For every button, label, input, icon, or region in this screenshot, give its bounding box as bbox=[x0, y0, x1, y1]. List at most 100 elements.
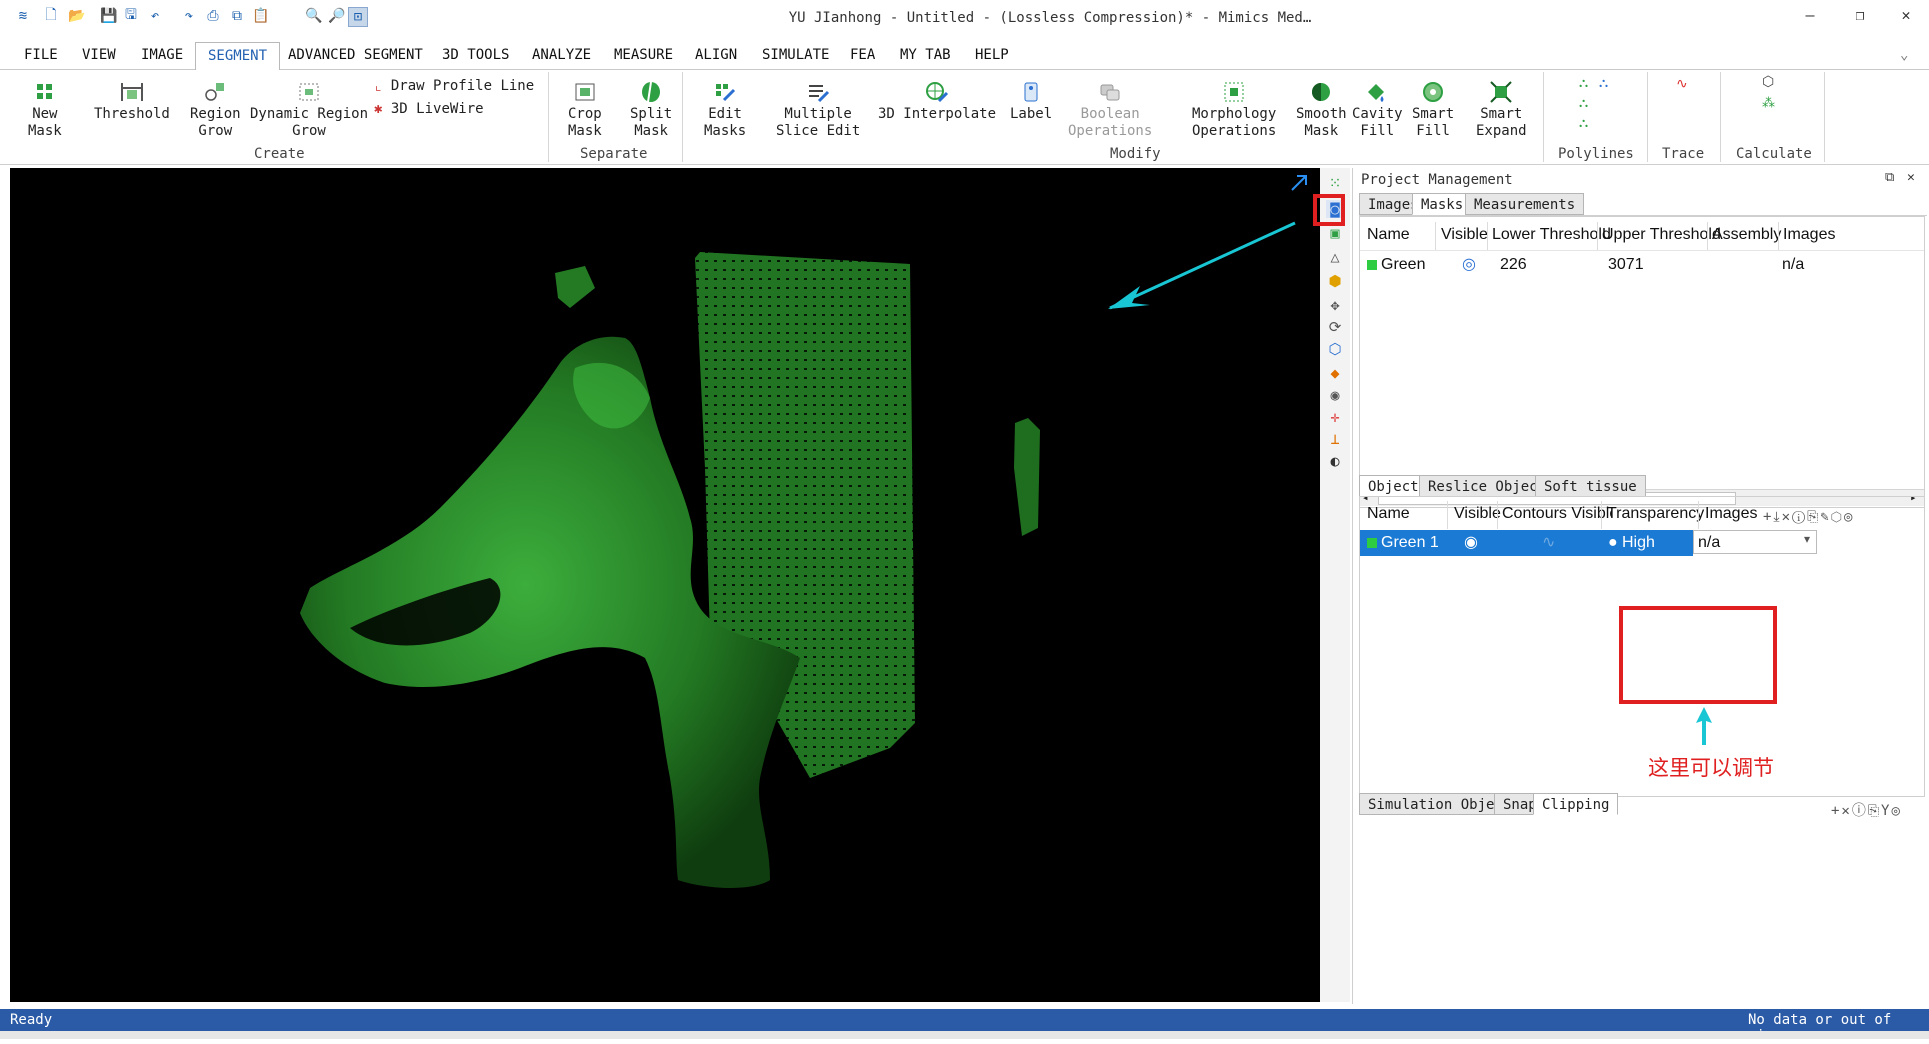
3d-interpolate-button[interactable]: 3D Interpolate bbox=[878, 80, 996, 123]
mask-name: Green bbox=[1381, 256, 1426, 273]
restore-button[interactable]: ❐ bbox=[1840, 6, 1880, 28]
menu-file[interactable]: FILE bbox=[24, 47, 58, 63]
3d-livewire-button[interactable]: ✱ 3D LiveWire bbox=[374, 101, 484, 118]
col-images[interactable]: Images bbox=[1783, 226, 1835, 244]
annotation-note: 这里可以调节 bbox=[1648, 756, 1774, 780]
tab-soft-tissue[interactable]: Soft tissue bbox=[1535, 475, 1646, 497]
multiple-slice-edit-button[interactable]: Multiple Slice Edit bbox=[776, 80, 860, 140]
menu-analyze[interactable]: ANALYZE bbox=[532, 47, 591, 63]
cube-view-icon[interactable]: ⬡ bbox=[1326, 340, 1344, 358]
undo-icon[interactable]: ↶ bbox=[146, 7, 164, 25]
mask-row[interactable]: Green ◎ 226 3071 n/a bbox=[1360, 252, 1924, 278]
cavity-fill-button[interactable]: Cavity Fill bbox=[1352, 80, 1403, 140]
threshold-button[interactable]: Threshold bbox=[94, 80, 170, 123]
object-images-select[interactable]: n/a ▾ bbox=[1693, 530, 1817, 554]
menu-my-tab[interactable]: MY TAB bbox=[900, 47, 951, 63]
float-panel-icon[interactable]: ⧉ bbox=[1885, 170, 1894, 185]
region-grow-button[interactable]: Region Grow bbox=[190, 80, 241, 140]
contours-visible-icon[interactable]: ∿ bbox=[1542, 532, 1555, 552]
coordinate-system-icon[interactable]: ⊥ bbox=[1326, 430, 1344, 448]
new-file-icon[interactable]: 🗋 bbox=[42, 7, 60, 25]
menu-view[interactable]: VIEW bbox=[82, 47, 116, 63]
col-assembly[interactable]: Assembly bbox=[1712, 226, 1781, 244]
obj-col-images[interactable]: Images bbox=[1705, 505, 1757, 523]
morphology-operations-button[interactable]: Morphology Operations bbox=[1192, 80, 1276, 140]
wireframe-icon[interactable]: △ bbox=[1326, 248, 1344, 266]
col-upper-threshold[interactable]: Upper Threshold bbox=[1602, 226, 1721, 244]
object-row[interactable]: Green 1 ◉ ∿ ● High bbox=[1360, 530, 1693, 556]
smooth-mask-label-2: Mask bbox=[1304, 123, 1339, 139]
smooth-mask-button[interactable]: Smooth Mask bbox=[1296, 80, 1347, 140]
menu-align[interactable]: ALIGN bbox=[695, 47, 737, 63]
boolean-operations-label-1: Boolean bbox=[1080, 106, 1140, 122]
rotate-icon[interactable]: ⟳ bbox=[1326, 318, 1344, 336]
region-grow-label-2: Grow bbox=[198, 123, 233, 139]
open-folder-icon[interactable]: 📂 bbox=[68, 7, 86, 25]
zoom-out-icon[interactable]: 🔎 bbox=[328, 7, 346, 25]
crop-mask-button[interactable]: Crop Mask bbox=[568, 80, 602, 140]
save-all-icon[interactable]: 🖫 bbox=[122, 7, 140, 25]
save-icon[interactable]: 💾 bbox=[100, 7, 118, 25]
object-visible-eye-icon[interactable]: ◉ bbox=[1464, 532, 1478, 552]
label-button[interactable]: Label bbox=[1010, 80, 1052, 123]
paste-icon[interactable]: 📋 bbox=[252, 7, 270, 25]
tab-measurements[interactable]: Measurements bbox=[1465, 193, 1585, 215]
draw-profile-line-button[interactable]: ⌞ Draw Profile Line bbox=[374, 78, 534, 95]
tab-masks[interactable]: Masks bbox=[1412, 193, 1473, 215]
chevron-down-icon[interactable]: ▾ bbox=[1804, 532, 1810, 546]
split-mask-button[interactable]: Split Mask bbox=[630, 80, 672, 140]
minimize-button[interactable]: – bbox=[1790, 6, 1830, 28]
dynamic-region-grow-button[interactable]: Dynamic Region Grow bbox=[250, 80, 368, 140]
color-layers-icon[interactable]: ◆ bbox=[1326, 364, 1344, 382]
col-name[interactable]: Name bbox=[1367, 226, 1410, 244]
menu-fea[interactable]: FEA bbox=[850, 47, 875, 63]
obj-col-visible[interactable]: Visible bbox=[1454, 505, 1501, 523]
menu-image[interactable]: IMAGE bbox=[141, 47, 183, 63]
contrast-icon[interactable]: ◐ bbox=[1326, 452, 1344, 470]
hexagon-icon[interactable]: ⬢ bbox=[1326, 272, 1344, 290]
visible-eye-icon[interactable]: ◎ bbox=[1462, 254, 1476, 274]
visibility-eye-icon[interactable]: ◉ bbox=[1326, 386, 1344, 404]
obj-col-name[interactable]: Name bbox=[1367, 505, 1410, 523]
boolean-operations-button[interactable]: Boolean Operations bbox=[1068, 80, 1152, 140]
menu-advanced-segment[interactable]: ADVANCED SEGMENT bbox=[288, 47, 423, 63]
menu-measure[interactable]: MEASURE bbox=[614, 47, 673, 63]
green-bone-rendering bbox=[300, 175, 1307, 888]
collapse-ribbon-icon[interactable]: ⌄ bbox=[1900, 47, 1908, 63]
close-panel-icon[interactable]: ✕ bbox=[1907, 170, 1915, 185]
close-button[interactable]: ✕ bbox=[1886, 6, 1926, 28]
pan-icon[interactable]: ✥ bbox=[1326, 296, 1344, 314]
region-grow-icon bbox=[205, 83, 225, 101]
calculate-part-icon[interactable]: ⁂ bbox=[1762, 96, 1775, 111]
objects-action-icons[interactable]: +✕ⓘ⎘Y◎ bbox=[1831, 800, 1902, 820]
mask-3d-icon[interactable]: ▣ bbox=[1326, 224, 1344, 242]
trace-icon[interactable]: ∿ bbox=[1676, 76, 1688, 92]
grid-icon[interactable]: ⁙ bbox=[1326, 174, 1344, 192]
smooth-mask-icon bbox=[1312, 83, 1331, 101]
3d-viewport[interactable] bbox=[10, 168, 1320, 1002]
zoom-fit-icon[interactable]: ⊡ bbox=[348, 7, 368, 27]
col-lower-threshold[interactable]: Lower Threshold bbox=[1492, 226, 1611, 244]
redo-icon[interactable]: ↷ bbox=[180, 7, 198, 25]
obj-col-transparency[interactable]: Transparency bbox=[1607, 505, 1704, 523]
object-transparency[interactable]: High bbox=[1622, 534, 1655, 552]
app-icon[interactable]: ≋ bbox=[14, 7, 32, 25]
menu-simulate[interactable]: SIMULATE bbox=[762, 47, 829, 63]
col-visible[interactable]: Visible bbox=[1441, 226, 1488, 244]
new-mask-button[interactable]: New Mask bbox=[28, 80, 62, 140]
threshold-label: Threshold bbox=[94, 106, 170, 122]
menu-3d-tools[interactable]: 3D TOOLS bbox=[442, 47, 509, 63]
axes-icon[interactable]: ✛ bbox=[1326, 408, 1344, 426]
col-divider bbox=[1698, 501, 1699, 529]
zoom-in-icon[interactable]: 🔍 bbox=[305, 7, 323, 25]
edit-masks-button[interactable]: Edit Masks bbox=[704, 80, 746, 140]
obj-col-contours-visible[interactable]: Contours Visible bbox=[1502, 505, 1612, 523]
smart-fill-button[interactable]: Smart Fill bbox=[1412, 80, 1454, 140]
smart-expand-button[interactable]: Smart Expand bbox=[1476, 80, 1527, 140]
calculate-3d-icon[interactable]: ⬡ bbox=[1762, 74, 1774, 90]
tab-clipping[interactable]: Clipping bbox=[1533, 793, 1619, 815]
print-icon[interactable]: ⎙ bbox=[204, 7, 222, 25]
copy-icon[interactable]: ⧉ bbox=[228, 7, 246, 25]
menu-help[interactable]: HELP bbox=[975, 47, 1009, 63]
polylines-tools[interactable]: ⛬ ⛬ ⛬ ⛬ bbox=[1575, 76, 1625, 136]
